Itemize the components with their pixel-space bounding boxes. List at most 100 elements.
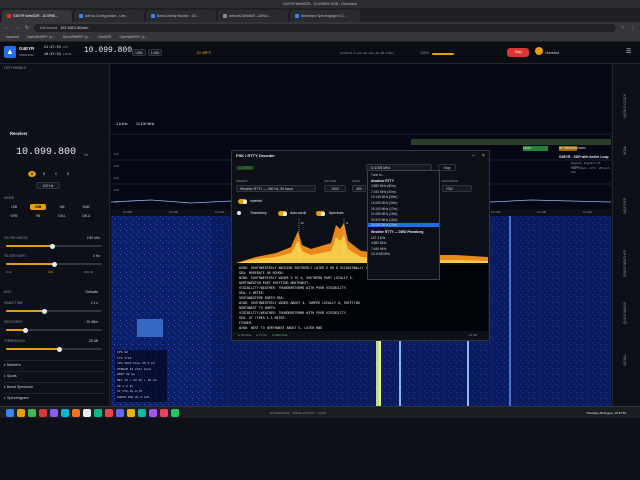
browser-tab[interactable]: Wideband Spectrograph 0-3... — [290, 10, 360, 22]
dropdown-option[interactable]: 10.1008 MHz — [371, 252, 390, 256]
spectrogram-section[interactable]: ▸ Spectrogram — [4, 393, 104, 401]
url-input[interactable]: Not secure 192.168.0.80/sdr/ — [34, 23, 616, 32]
dropdown-option[interactable]: 7.646 MHz — [371, 247, 386, 251]
browser-tab[interactable]: Band Activity Monitor - G4... — [146, 10, 216, 22]
agc-value[interactable]: Defaults — [60, 290, 98, 294]
bookmark[interactable]: Imported — [6, 33, 19, 41]
right-rail-tab[interactable]: WEATHER — [623, 198, 627, 214]
browser-tab[interactable]: G4EYR WebSDR - 10.0998... — [2, 10, 72, 22]
taskbar-app-icon[interactable] — [39, 409, 47, 417]
bookmark[interactable]: OpenWebRX+ (s... — [119, 33, 147, 41]
freq-unit: Hz — [84, 153, 89, 157]
right-rail-tab[interactable]: WORLD CLOCK — [623, 94, 627, 118]
close-icon[interactable]: × — [482, 153, 485, 159]
filter-shift-slider[interactable] — [6, 261, 102, 267]
browser-tab[interactable]: websdr24b0d665 - AdHoc... — [218, 10, 288, 22]
dropdown-option[interactable]: 4.583 MHz — [371, 241, 386, 245]
recovery-slider[interactable] — [6, 327, 102, 333]
mode-button-nfm[interactable]: NFM — [6, 213, 22, 219]
taskbar-app-icon[interactable] — [6, 409, 14, 417]
mute-toggle-icon[interactable] — [535, 47, 543, 55]
bookmark[interactable]: KiwiSDR — [98, 33, 111, 41]
taskbar-app-icon[interactable] — [149, 409, 157, 417]
dropdown-option[interactable]: 14.080 MHz (20m) — [371, 201, 397, 205]
markers-section[interactable]: ▸ Markers — [4, 360, 104, 368]
mode-button-lsb[interactable]: LSB — [6, 204, 22, 210]
offset-marker-label: -1.8 kHz — [115, 122, 128, 126]
taskbar-app-icon[interactable] — [72, 409, 80, 417]
vfo-c[interactable]: C — [52, 171, 60, 177]
dialog-stop-button[interactable]: Stop — [438, 164, 456, 171]
right-rail-tab[interactable]: NOAA — [623, 146, 627, 155]
taskbar-app-icon[interactable] — [138, 409, 146, 417]
mode-button-cw-l[interactable]: CW-L — [54, 213, 70, 219]
right-rail-tab[interactable]: SIGNAL — [623, 354, 627, 366]
header-frequency[interactable]: 10.099.800 — [84, 46, 132, 55]
dropdown-option[interactable]: 10.140 MHz (30m) — [371, 195, 397, 199]
mode-button-am[interactable]: AM — [54, 204, 70, 210]
header-bandwidth[interactable]: 1.00k — [148, 49, 162, 56]
mode-button-cw-u[interactable]: CW-U — [78, 213, 94, 219]
inverted-toggle[interactable] — [238, 199, 247, 204]
reload-icon[interactable]: ↻ — [24, 25, 30, 31]
dropdown-option[interactable]: 147.3 kHz — [371, 236, 385, 240]
threshold-slider[interactable] — [6, 346, 102, 352]
tuner-dropdown-list[interactable]: Tune to... Amateur RTTY 3.580 MHz (80m) 7.0… — [367, 170, 440, 280]
vfo-a[interactable]: A — [28, 171, 36, 177]
star-icon[interactable]: ☆ — [620, 25, 626, 31]
center-input[interactable]: 1000 — [324, 185, 346, 192]
taskbar-app-icon[interactable] — [160, 409, 168, 417]
dropdown-option[interactable]: 7.040 MHz (40m) — [371, 190, 396, 194]
decoded-line: FISHER: — [239, 321, 253, 325]
taskbar-app-icon[interactable] — [116, 409, 124, 417]
vfo-b[interactable]: B — [40, 171, 48, 177]
browser-tab[interactable]: AdHoc Configuration - Use... — [74, 10, 144, 22]
dropdown-option[interactable]: 3.580 MHz (80m) — [371, 184, 396, 188]
taskbar-app-icon[interactable] — [83, 409, 91, 417]
hang-slider[interactable] — [6, 308, 102, 314]
taskbar-app-icon[interactable] — [61, 409, 69, 417]
back-icon[interactable]: ← — [4, 25, 10, 31]
filter-width-slider[interactable] — [6, 243, 102, 249]
bookmark[interactable]: OpenWebRX+ (s... — [27, 33, 55, 41]
tab-favicon-icon — [7, 14, 11, 19]
dropdown-option[interactable]: 24.920 MHz (12m) — [371, 218, 397, 222]
encoding-select[interactable]: ITA2 — [442, 185, 472, 192]
taskbar-app-icon[interactable] — [94, 409, 102, 417]
taskbar-app-icon[interactable] — [50, 409, 58, 417]
taskbar-app-icon[interactable] — [105, 409, 113, 417]
dropdown-option[interactable]: Tune to... — [371, 173, 384, 177]
header-mode[interactable]: USB — [132, 49, 146, 56]
step-select[interactable]: 100 Hz — [36, 182, 60, 189]
taskbar-app-icon[interactable] — [17, 409, 25, 417]
band-spectrum-section[interactable]: ▸ Band Spectrum — [4, 382, 104, 390]
right-rail-tab[interactable]: QUICK BANDS — [623, 302, 627, 324]
right-rail-tab[interactable]: SPACE WEATHER — [623, 250, 627, 277]
menu-dots-icon[interactable]: ⋮ — [630, 25, 636, 31]
taskbar-app-icon[interactable] — [171, 409, 179, 417]
vfo-d[interactable]: D — [64, 171, 72, 177]
forward-icon[interactable]: → — [14, 25, 20, 31]
dropdown-option[interactable]: 18.100 MHz (17m) — [371, 207, 397, 211]
spectrum-toggle[interactable] — [316, 211, 325, 216]
stop-button[interactable]: Stop — [507, 48, 529, 57]
timestamp-radio[interactable] — [237, 211, 241, 215]
minimize-icon[interactable]: – — [472, 153, 475, 159]
volume-slider[interactable] — [432, 52, 454, 55]
taskbar-app-icon[interactable] — [127, 409, 135, 417]
preset-label: PRESET — [236, 179, 249, 183]
preset-select[interactable]: Weather RTTY — 450 Hz, 50 baud — [236, 185, 316, 192]
autoscroll-toggle[interactable] — [278, 211, 287, 216]
receiver-frequency[interactable]: 10.099.800 — [16, 147, 76, 158]
dropdown-option[interactable]: 21.080 MHz (15m) — [371, 212, 397, 216]
decoded-text-output[interactable]: WIND: SOUTHWESTERLY BACKING SOUTHERLY LA… — [234, 265, 488, 331]
shift-input[interactable]: 450 — [352, 185, 366, 192]
hamburger-icon[interactable]: ☰ — [626, 48, 631, 55]
mode-button-sam[interactable]: SAM — [78, 204, 94, 210]
bookmark[interactable]: OpenWebRX+ (s... — [63, 33, 91, 41]
dropdown-option[interactable]: 28.080 MHz (10m) — [368, 223, 439, 228]
mode-button-fm[interactable]: FM — [30, 213, 46, 219]
taskbar-app-icon[interactable] — [28, 409, 36, 417]
spots-section[interactable]: ▸ Spots — [4, 371, 104, 379]
mode-button-usb[interactable]: USB — [30, 204, 46, 210]
